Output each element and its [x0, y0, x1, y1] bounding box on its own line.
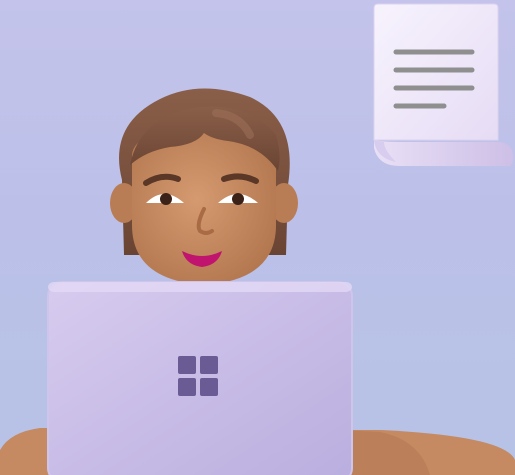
document-icon [373, 3, 514, 166]
illustration-scene [0, 0, 515, 475]
person-avatar [110, 88, 298, 285]
laptop [47, 281, 353, 475]
